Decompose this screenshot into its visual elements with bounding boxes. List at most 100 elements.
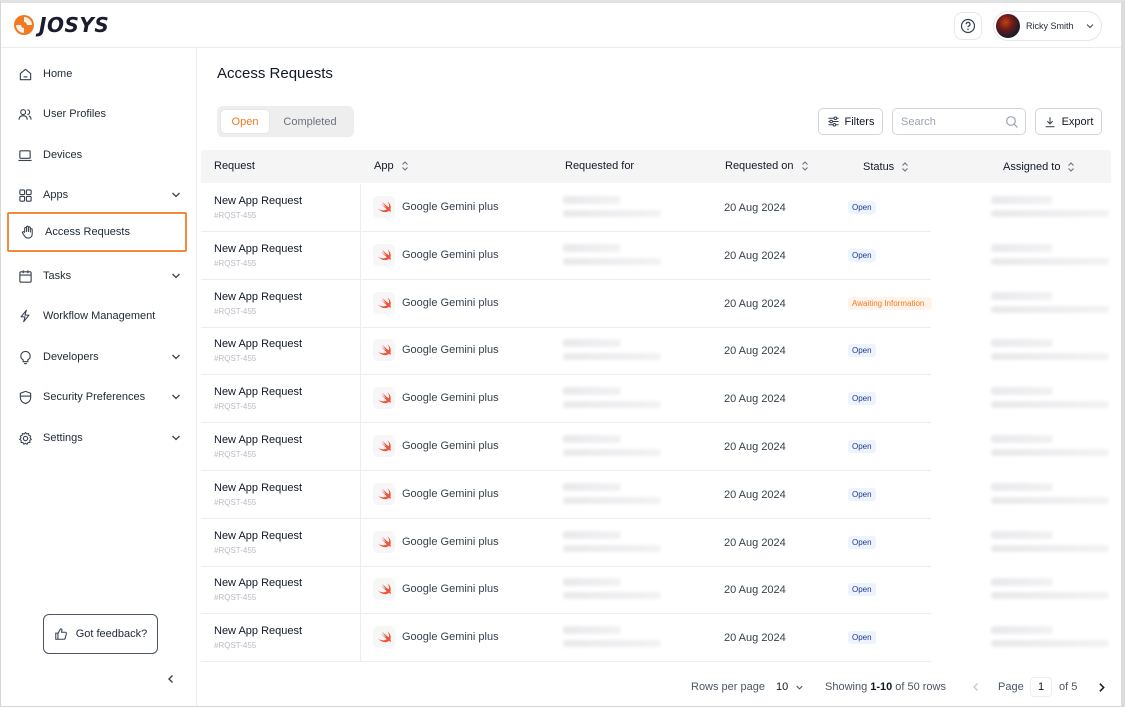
tab-completed[interactable]: Completed (270, 109, 350, 134)
swift-logo-icon (378, 535, 391, 547)
sliders-icon (827, 116, 839, 127)
thumbs-up-icon (54, 628, 67, 640)
sidebar-item-user-profiles[interactable]: User Profiles (7, 95, 187, 133)
requested-on: 20 Aug 2024 (724, 297, 786, 310)
redacted-assignee-email (991, 210, 1109, 217)
table-row[interactable]: New App Request #RQST-455 Google Gemini pl… (201, 614, 1109, 663)
page-title: Access Requests (217, 65, 333, 82)
page-number-input[interactable]: 1 (1030, 677, 1052, 697)
table-row[interactable]: New App Request #RQST-455 Google Gemini pl… (201, 184, 1109, 232)
request-title: New App Request (214, 481, 303, 494)
table-row[interactable]: New App Request #RQST-455 Google Gemini pl… (201, 566, 1109, 615)
search-input[interactable] (901, 115, 996, 128)
redacted-requester-name (563, 578, 621, 587)
next-page-button[interactable] (1095, 681, 1108, 694)
sidebar-item-workflow-management[interactable]: Workflow Management (7, 297, 187, 335)
redacted-assignee-email (991, 257, 1109, 265)
collapse-sidebar-button[interactable] (164, 672, 178, 691)
sidebar-item-home[interactable]: Home (7, 55, 187, 93)
sidebar-item-apps[interactable]: Apps (7, 176, 187, 214)
sidebar-item-access-requests[interactable]: Access Requests (7, 212, 187, 252)
column-app[interactable]: App (374, 160, 410, 172)
request-cell: New App Request #RQST-455 (214, 577, 302, 602)
sidebar-item-tasks[interactable]: Tasks (7, 257, 187, 295)
swift-logo-icon (378, 344, 391, 356)
rows-per-page-value: 10 (776, 681, 789, 693)
redacted-requester-email (563, 544, 661, 552)
app-window: JOSYS Ricky Smith Home User Profiles Dev… (0, 0, 1125, 707)
sidebar-item-settings[interactable]: Settings (7, 419, 187, 457)
request-title: New App Request (214, 529, 303, 542)
status-badge: Open (848, 201, 876, 214)
chevron-down-icon (172, 394, 180, 400)
chevron-down-icon (172, 354, 180, 360)
requested-on: 20 Aug 2024 (724, 584, 786, 597)
request-title: New App Request (214, 195, 303, 207)
column-divider (360, 423, 361, 470)
tab-open[interactable]: Open (220, 109, 270, 134)
app-logo (373, 387, 395, 410)
filters-button[interactable]: Filters (818, 108, 883, 135)
table-row[interactable]: New App Request #RQST-455 Google Gemini pl… (201, 327, 1109, 376)
table-row[interactable]: New App Request #RQST-455 Google Gemini pl… (201, 518, 1109, 567)
swift-logo-icon (378, 440, 391, 452)
app-cell: Google Gemini plus (373, 578, 499, 601)
request-id: #RQST-455 (214, 593, 257, 603)
chevron-down-icon (1086, 24, 1093, 29)
swift-logo-icon (378, 583, 391, 595)
request-id: #RQST-455 (214, 258, 257, 268)
user-menu[interactable]: Ricky Smith (993, 11, 1102, 41)
column-divider (360, 184, 361, 231)
request-id: #RQST-455 (214, 402, 257, 412)
request-title: New App Request (214, 290, 303, 303)
app-logo (373, 530, 395, 553)
table-row[interactable]: New App Request #RQST-455 Google Gemini pl… (201, 375, 1109, 424)
status-badge: Open (848, 392, 876, 406)
column-requested-on[interactable]: Requested on (725, 160, 810, 172)
app-logo (373, 339, 395, 362)
sidebar-item-label: Home (43, 68, 73, 80)
top-bar: JOSYS Ricky Smith (1, 3, 1121, 48)
redacted-assignee-email (991, 305, 1109, 313)
app-cell: Google Gemini plus (373, 626, 499, 649)
chevron-right-icon (1099, 683, 1105, 692)
redacted-assignee-email (991, 592, 1109, 600)
sort-icon (401, 161, 408, 171)
table-row[interactable]: New App Request #RQST-455 Google Gemini pl… (201, 279, 1109, 328)
app-name: Google Gemini plus (402, 535, 499, 548)
josys-logo[interactable]: JOSYS (13, 13, 109, 37)
redacted-requester-email (563, 592, 661, 600)
redacted-assignee-name (991, 435, 1053, 443)
export-button[interactable]: Export (1035, 108, 1102, 135)
request-id: #RQST-455 (214, 545, 257, 555)
status-badge: Open (848, 535, 876, 549)
shield-icon (17, 389, 33, 405)
app-logo (373, 291, 395, 314)
redacted-requester-name (563, 196, 621, 204)
column-divider (360, 614, 361, 662)
request-cell: New App Request #RQST-455 (214, 386, 302, 411)
rows-per-page-select[interactable]: 10 (776, 681, 805, 693)
redacted-assignee-email (991, 544, 1109, 552)
sidebar-item-devices[interactable]: Devices (7, 136, 187, 174)
sidebar-item-security-preferences[interactable]: Security Preferences (7, 378, 187, 416)
column-status[interactable]: Status (863, 161, 910, 173)
sidebar-item-label: Security Preferences (43, 391, 146, 403)
search-field[interactable] (892, 108, 1026, 135)
column-assigned-to[interactable]: Assigned to (1003, 161, 1076, 173)
app-cell: Google Gemini plus (373, 243, 499, 266)
prev-page-button[interactable] (970, 681, 982, 693)
table-row[interactable]: New App Request #RQST-455 Google Gemini pl… (201, 231, 1109, 280)
redacted-assignee-email (991, 496, 1109, 504)
redacted-requester-name (563, 387, 621, 396)
request-id: #RQST-455 (214, 450, 257, 459)
column-divider (360, 327, 361, 375)
table-row[interactable]: New App Request #RQST-455 Google Gemini pl… (201, 470, 1109, 519)
sidebar-item-label: Access Requests (45, 226, 130, 238)
help-button[interactable] (954, 12, 982, 40)
status-badge: Open (848, 440, 876, 453)
swift-logo-icon (378, 296, 391, 308)
feedback-button[interactable]: Got feedback? (43, 614, 158, 654)
sidebar-item-developers[interactable]: Developers (7, 338, 187, 376)
table-row[interactable]: New App Request #RQST-455 Google Gemini pl… (201, 423, 1109, 471)
